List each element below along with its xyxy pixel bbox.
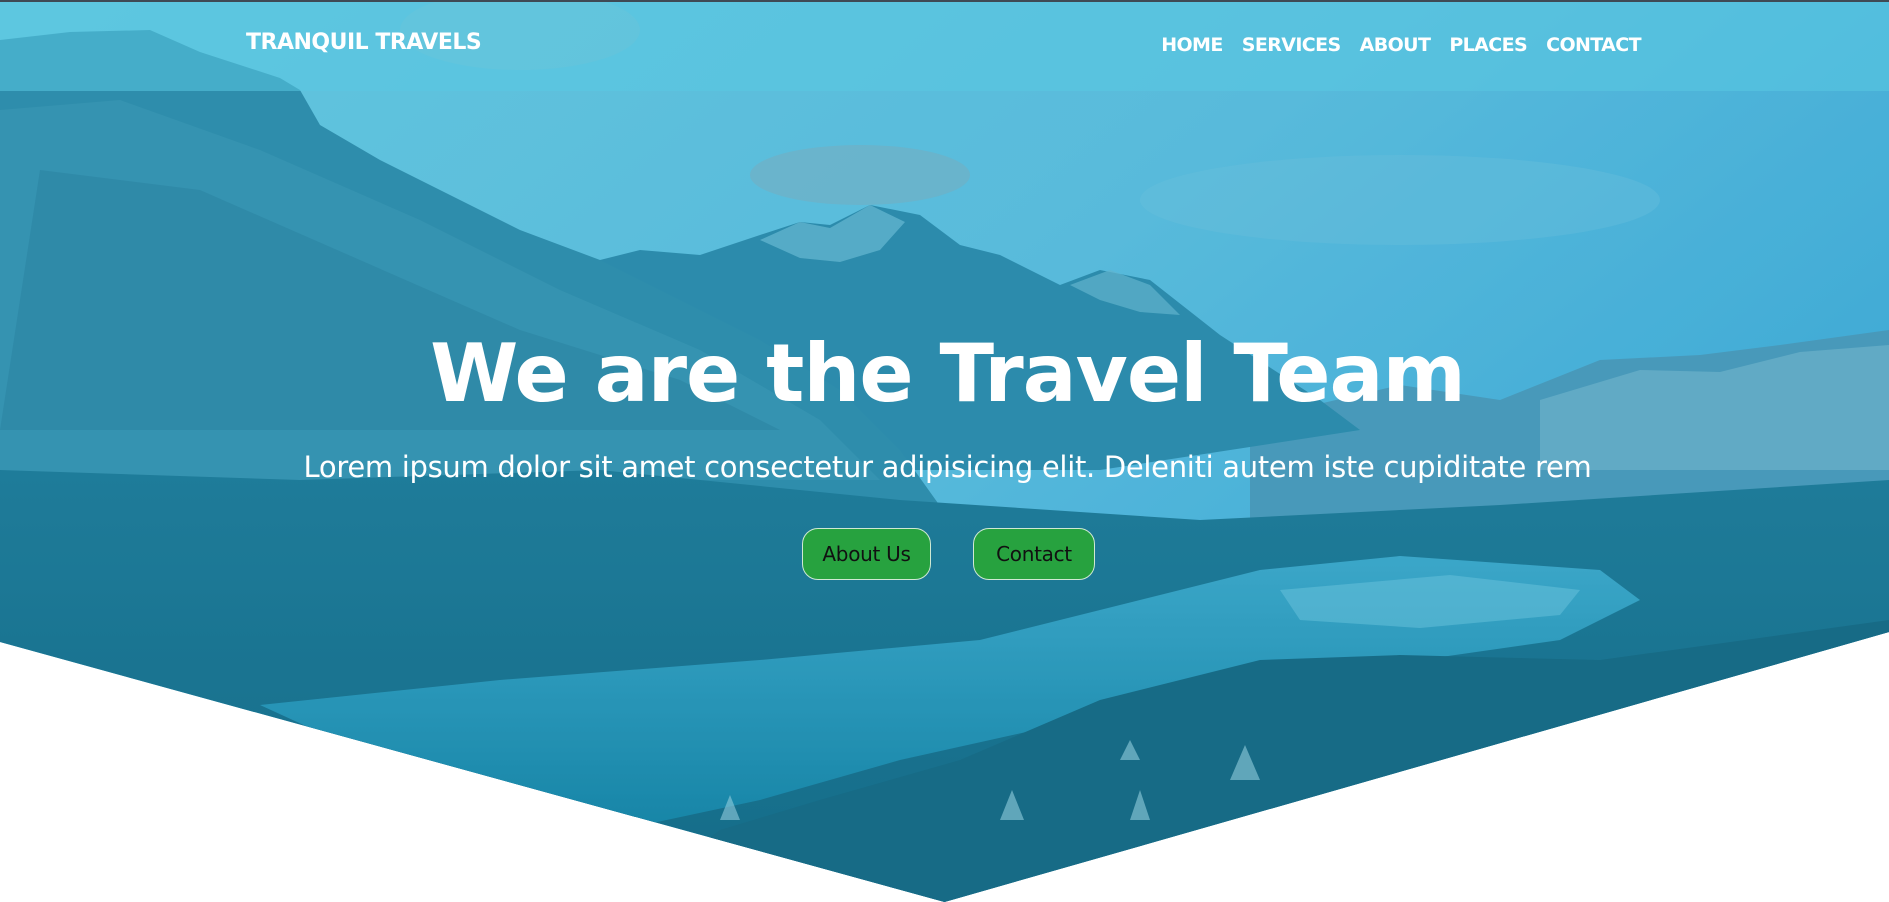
top-border xyxy=(0,0,1889,2)
nav-item-contact[interactable]: CONTACT xyxy=(1546,34,1642,56)
hero-title: We are the Travel Team xyxy=(430,327,1466,420)
nav-item-places[interactable]: PLACES xyxy=(1449,34,1527,56)
top-navbar: TRANQUIL TRAVELS HOME SERVICES ABOUT PLA… xyxy=(0,0,1889,91)
nav-item-services[interactable]: SERVICES xyxy=(1242,34,1341,56)
about-us-button[interactable]: About Us xyxy=(802,528,931,580)
nav-item-about[interactable]: ABOUT xyxy=(1360,34,1431,56)
landing-page: TRANQUIL TRAVELS HOME SERVICES ABOUT PLA… xyxy=(0,0,1889,902)
nav-item-home[interactable]: HOME xyxy=(1161,34,1223,56)
brand-logo[interactable]: TRANQUIL TRAVELS xyxy=(246,30,482,55)
contact-button[interactable]: Contact xyxy=(973,528,1095,580)
hero-subtitle: Lorem ipsum dolor sit amet consectetur a… xyxy=(303,450,1592,484)
nav-menu: HOME SERVICES ABOUT PLACES CONTACT xyxy=(1142,34,1641,56)
